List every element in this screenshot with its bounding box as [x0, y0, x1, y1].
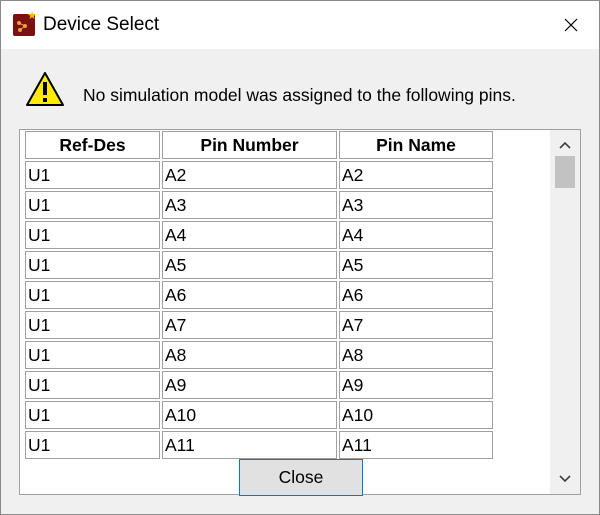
table-row[interactable]: U1 A11 A11: [24, 430, 498, 460]
cell-pin-number[interactable]: A10: [162, 401, 337, 429]
cell-ref-des[interactable]: U1: [25, 221, 160, 249]
table-row[interactable]: U1 A2 A2: [24, 160, 498, 190]
table-row[interactable]: U1 A4 A4: [24, 220, 498, 250]
vertical-scrollbar[interactable]: [550, 130, 580, 494]
cell-pin-name[interactable]: A4: [339, 221, 493, 249]
cell-pin-number[interactable]: A2: [162, 161, 337, 189]
app-icon: ★: [13, 10, 37, 36]
cell-ref-des[interactable]: U1: [25, 401, 160, 429]
cell-pin-name[interactable]: A9: [339, 371, 493, 399]
cell-ref-des[interactable]: U1: [25, 161, 160, 189]
table-row[interactable]: U1 A6 A6: [24, 280, 498, 310]
star-icon: ★: [27, 9, 37, 22]
table-grid: Ref-Des Pin Number Pin Name U1 A2 A2 U1 …: [24, 130, 498, 460]
cell-pin-number[interactable]: A5: [162, 251, 337, 279]
cell-pin-name[interactable]: A10: [339, 401, 493, 429]
dialog-content: No simulation model was assigned to the …: [1, 49, 599, 514]
cell-pin-number[interactable]: A7: [162, 311, 337, 339]
cell-pin-number[interactable]: A4: [162, 221, 337, 249]
cell-ref-des[interactable]: U1: [25, 371, 160, 399]
cell-ref-des[interactable]: U1: [25, 311, 160, 339]
pins-table[interactable]: Ref-Des Pin Number Pin Name U1 A2 A2 U1 …: [19, 129, 581, 495]
cell-pin-number[interactable]: A9: [162, 371, 337, 399]
cell-pin-number[interactable]: A11: [162, 431, 337, 459]
cell-ref-des[interactable]: U1: [25, 341, 160, 369]
table-row[interactable]: U1 A5 A5: [24, 250, 498, 280]
title-bar: ★ Device Select: [1, 1, 599, 49]
cell-ref-des[interactable]: U1: [25, 191, 160, 219]
column-header-pin-number[interactable]: Pin Number: [162, 131, 337, 159]
column-header-pin-name[interactable]: Pin Name: [339, 131, 493, 159]
cell-ref-des[interactable]: U1: [25, 431, 160, 459]
cell-pin-name[interactable]: A8: [339, 341, 493, 369]
device-select-dialog: ★ Device Select No simulation model was …: [0, 0, 600, 515]
scroll-up-button[interactable]: [550, 134, 580, 156]
close-button[interactable]: Close: [239, 459, 363, 496]
table-header-row: Ref-Des Pin Number Pin Name: [24, 130, 498, 160]
cell-pin-name[interactable]: A11: [339, 431, 493, 459]
cell-pin-number[interactable]: A6: [162, 281, 337, 309]
table-row[interactable]: U1 A8 A8: [24, 340, 498, 370]
cell-pin-name[interactable]: A5: [339, 251, 493, 279]
cell-pin-number[interactable]: A3: [162, 191, 337, 219]
cell-ref-des[interactable]: U1: [25, 281, 160, 309]
window-close-button[interactable]: [543, 1, 599, 49]
cell-pin-name[interactable]: A7: [339, 311, 493, 339]
table-row[interactable]: U1 A3 A3: [24, 190, 498, 220]
warning-message: No simulation model was assigned to the …: [83, 85, 516, 105]
scroll-down-button[interactable]: [550, 468, 580, 490]
cell-ref-des[interactable]: U1: [25, 251, 160, 279]
cell-pin-number[interactable]: A8: [162, 341, 337, 369]
warning-icon: [26, 72, 64, 106]
cell-pin-name[interactable]: A3: [339, 191, 493, 219]
window-title: Device Select: [43, 14, 160, 35]
cell-pin-name[interactable]: A2: [339, 161, 493, 189]
column-header-ref-des[interactable]: Ref-Des: [25, 131, 160, 159]
cell-pin-name[interactable]: A6: [339, 281, 493, 309]
close-icon: [564, 18, 578, 32]
table-row[interactable]: U1 A10 A10: [24, 400, 498, 430]
chevron-down-icon: [559, 475, 571, 483]
table-row[interactable]: U1 A9 A9: [24, 370, 498, 400]
scrollbar-thumb[interactable]: [555, 156, 575, 188]
table-row[interactable]: U1 A7 A7: [24, 310, 498, 340]
chevron-up-icon: [559, 141, 571, 149]
